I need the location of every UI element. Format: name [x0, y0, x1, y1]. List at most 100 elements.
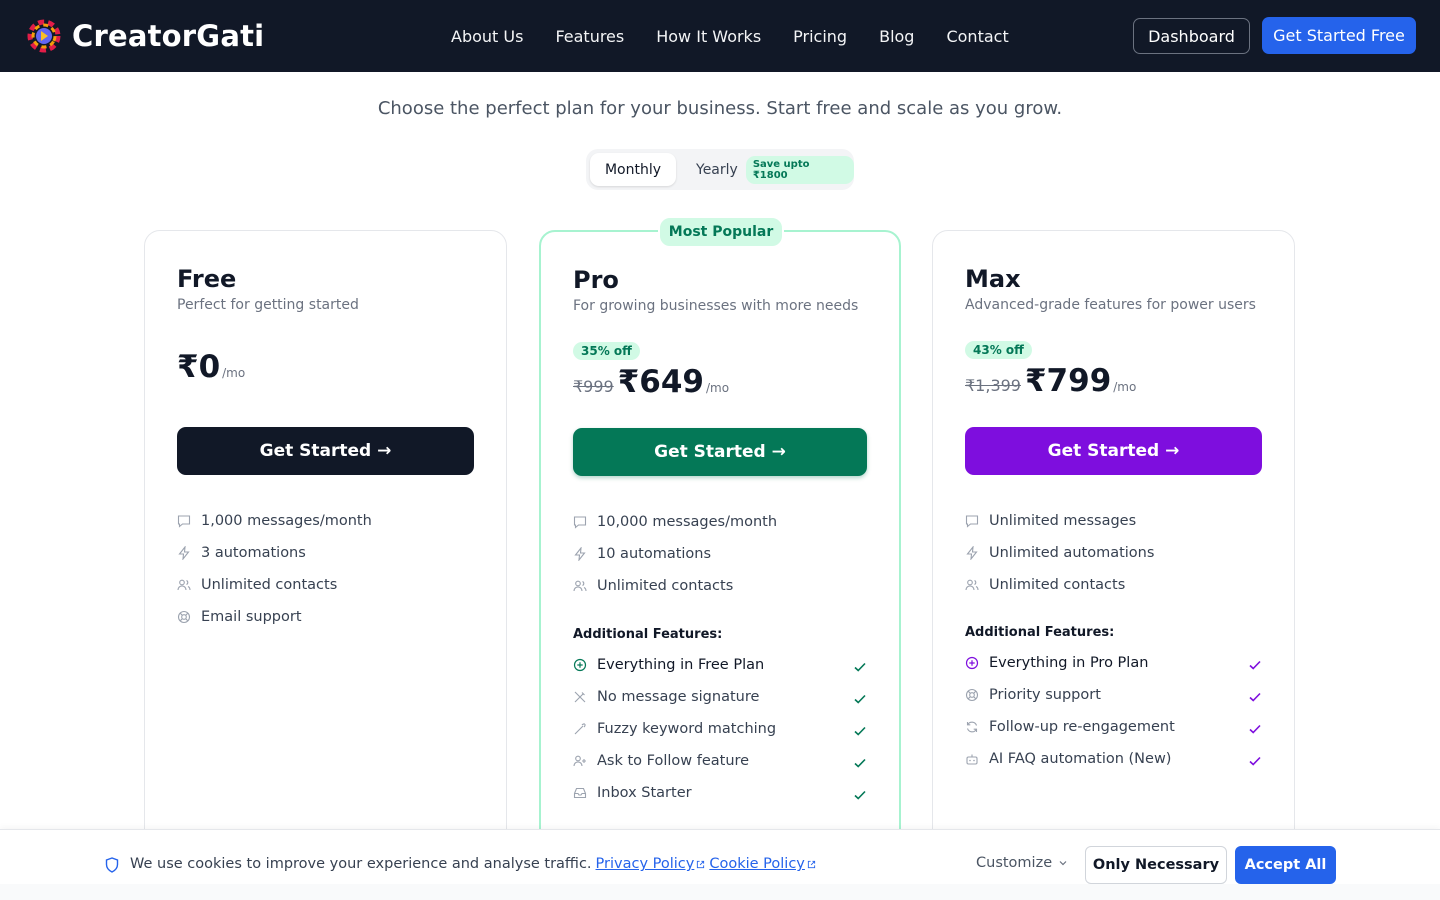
feature-item: 10 automations	[573, 546, 711, 562]
feature-label: AI FAQ automation (New)	[989, 751, 1172, 767]
message-icon	[573, 516, 587, 529]
additional-feature-item: Everything in Pro Plan	[965, 655, 1148, 671]
refresh-icon	[966, 721, 978, 733]
bolt-icon	[574, 547, 586, 561]
feature-label: Follow-up re-engagement	[989, 719, 1175, 735]
plan-card-pro: Most Popular Pro For growing businesses …	[539, 216, 901, 870]
main-nav: About Us Features How It Works Pricing B…	[451, 0, 1041, 72]
feature-label: Ask to Follow feature	[597, 753, 750, 769]
check-icon	[854, 790, 866, 800]
customize-label: Customize	[976, 855, 1053, 871]
yearly-toggle[interactable]: Yearly Save upto ₹1800	[696, 153, 854, 186]
price-row: ₹999 ₹649 /mo	[573, 364, 729, 400]
plan-description: Advanced-grade features for power users	[965, 297, 1256, 313]
only-necessary-button[interactable]: Only Necessary	[1085, 846, 1227, 884]
message-icon	[177, 515, 191, 528]
plan-name: Max	[965, 265, 1021, 293]
most-popular-badge: Most Popular	[658, 216, 784, 248]
feature-label: Unlimited contacts	[989, 577, 1126, 593]
feature-item: 1,000 messages/month	[177, 513, 372, 529]
top-navbar: CreatorGati About Us Features How It Wor…	[0, 0, 1440, 72]
accept-all-button[interactable]: Accept All	[1235, 846, 1336, 884]
customize-cookies-button[interactable]: Customize	[976, 855, 1068, 871]
feature-label: Unlimited automations	[989, 545, 1155, 561]
feature-item: 10,000 messages/month	[573, 514, 777, 530]
price-period: /mo	[1113, 380, 1137, 394]
additional-feature-item: Ask to Follow feature	[573, 753, 749, 769]
monthly-toggle[interactable]: Monthly	[590, 153, 676, 186]
feature-label: Priority support	[989, 687, 1101, 703]
feature-item: Unlimited contacts	[965, 577, 1125, 593]
price-current: ₹649	[617, 364, 704, 400]
free-get-started-button[interactable]: Get Started →	[177, 427, 474, 475]
external-link-icon	[697, 860, 705, 868]
feature-label: 10 automations	[597, 546, 712, 562]
price-original: ₹999	[573, 377, 614, 396]
users-icon	[965, 579, 979, 591]
plan-description: Perfect for getting started	[177, 297, 359, 313]
additional-features-title: Additional Features:	[573, 627, 723, 642]
nav-about-us[interactable]: About Us	[451, 27, 523, 46]
plus-circle-icon	[965, 656, 979, 670]
nav-how-it-works[interactable]: How It Works	[656, 27, 761, 46]
cookie-text: We use cookies to improve your experienc…	[130, 856, 592, 872]
privacy-policy-label: Privacy Policy	[595, 856, 695, 872]
additional-feature-item: No message signature	[573, 689, 759, 705]
bolt-icon	[178, 546, 190, 560]
get-started-free-button[interactable]: Get Started Free	[1262, 17, 1416, 54]
price-period: /mo	[222, 366, 246, 380]
feature-item: Email support	[177, 609, 302, 625]
check-icon	[1249, 692, 1261, 702]
dashboard-button[interactable]: Dashboard	[1133, 18, 1250, 54]
discount-badge: 43% off	[965, 341, 1032, 359]
feature-label: Email support	[201, 609, 302, 625]
feature-label: 3 automations	[201, 545, 306, 561]
yearly-label: Yearly	[696, 161, 738, 178]
nav-blog[interactable]: Blog	[879, 27, 914, 46]
users-icon	[177, 579, 191, 591]
shield-icon	[105, 857, 119, 873]
additional-feature-item: Everything in Free Plan	[573, 657, 764, 673]
no-signature-icon	[574, 691, 586, 703]
chevron-down-icon	[1059, 861, 1067, 866]
price-original: ₹1,399	[965, 376, 1021, 395]
price-row: ₹1,399 ₹799 /mo	[965, 363, 1136, 399]
nav-features[interactable]: Features	[555, 27, 624, 46]
nav-pricing[interactable]: Pricing	[793, 27, 847, 46]
price-period: /mo	[706, 381, 730, 395]
additional-feature-item: AI FAQ automation (New)	[965, 751, 1171, 767]
check-icon	[854, 662, 866, 672]
plan-name: Pro	[573, 266, 619, 294]
feature-item: 3 automations	[177, 545, 306, 561]
plan-card-max: Max Advanced-grade features for power us…	[932, 230, 1295, 870]
bolt-icon	[966, 546, 978, 560]
plus-circle-icon	[573, 658, 587, 672]
pro-get-started-button[interactable]: Get Started →	[573, 428, 867, 476]
feature-item: Unlimited automations	[965, 545, 1154, 561]
brand-logo[interactable]: CreatorGati	[26, 16, 264, 56]
additional-feature-item: Priority support	[965, 687, 1101, 703]
feature-label: Inbox Starter	[597, 785, 692, 801]
additional-feature-item: Follow-up re-engagement	[965, 719, 1175, 735]
cookie-policy-link[interactable]: Cookie Policy	[709, 856, 816, 872]
price-current: ₹0	[177, 349, 221, 385]
brand-name: CreatorGati	[72, 19, 265, 53]
feature-item: Unlimited messages	[965, 513, 1136, 529]
discount-badge: 35% off	[573, 342, 640, 360]
nav-contact[interactable]: Contact	[946, 27, 1008, 46]
cookie-policy-label: Cookie Policy	[709, 856, 805, 872]
check-icon	[854, 694, 866, 704]
max-get-started-button[interactable]: Get Started →	[965, 427, 1262, 475]
price-row: ₹0 /mo	[177, 349, 245, 385]
additional-feature-item: Fuzzy keyword matching	[573, 721, 776, 737]
plan-name: Free	[177, 265, 237, 293]
billing-toggle: Monthly Yearly Save upto ₹1800	[586, 149, 854, 190]
privacy-policy-link[interactable]: Privacy Policy	[596, 856, 706, 872]
plan-description: For growing businesses with more needs	[573, 298, 859, 314]
plan-card-free: Free Perfect for getting started ₹0 /mo …	[144, 230, 507, 870]
user-plus-icon	[573, 755, 586, 767]
bot-icon	[966, 754, 978, 765]
inbox-icon	[573, 787, 587, 799]
feature-item: Unlimited contacts	[177, 577, 337, 593]
cookie-message: We use cookies to improve your experienc…	[130, 856, 816, 872]
